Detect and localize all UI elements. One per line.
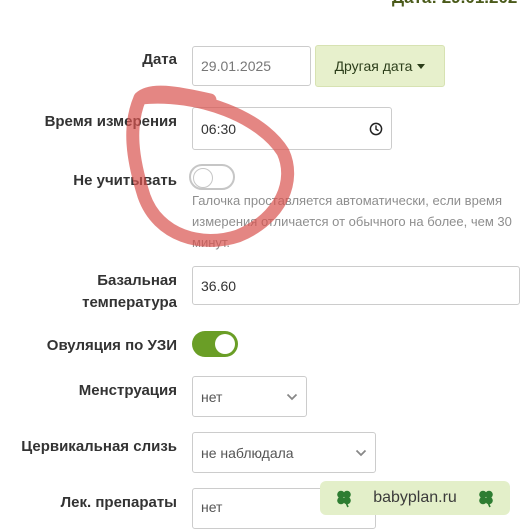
menstruation-value: нет — [201, 388, 223, 405]
page-date-title: Дата: 29.01.202 — [392, 0, 517, 8]
other-date-label: Другая дата — [334, 58, 413, 74]
time-input[interactable]: 06:30 — [192, 107, 392, 150]
mucus-value: не наблюдала — [201, 444, 294, 461]
mucus-select[interactable]: не наблюдала — [192, 432, 376, 473]
meds-label: Лек. препараты — [60, 494, 177, 511]
clover-icon — [479, 490, 493, 508]
time-value: 06:30 — [201, 120, 237, 137]
bbt-label-line2: температура — [82, 294, 177, 311]
date-label: Дата — [142, 51, 177, 68]
ignore-hint: Галочка проставляется автоматически, есл… — [192, 193, 512, 250]
time-label: Время измерения — [44, 113, 177, 130]
other-date-button[interactable]: Другая дата — [315, 45, 445, 87]
menstruation-label: Менструация — [78, 382, 177, 399]
menstruation-select[interactable]: нет — [192, 376, 307, 417]
ignore-label: Не учитывать — [73, 172, 177, 189]
ovulation-toggle[interactable] — [192, 331, 238, 357]
bbt-label-line1: Базальная — [97, 272, 177, 289]
bbt-label: Базальная температура — [2, 270, 177, 314]
toggle-knob — [193, 168, 213, 188]
banner-text: babyplan.ru — [373, 489, 457, 506]
bbt-value: 36.60 — [201, 277, 237, 294]
ovulation-label: Овуляция по УЗИ — [46, 337, 177, 354]
caret-down-icon — [417, 63, 426, 69]
ignore-toggle[interactable] — [189, 164, 235, 190]
mucus-label: Цервикальная слизь — [21, 438, 177, 455]
babyplan-banner: babyplan.ru — [320, 481, 510, 515]
clock-icon[interactable] — [369, 122, 383, 136]
clover-icon — [337, 490, 351, 508]
date-input[interactable]: 29.01.2025 — [192, 46, 311, 86]
chevron-down-icon — [355, 449, 367, 456]
bbt-input[interactable]: 36.60 — [192, 266, 520, 305]
chevron-down-icon — [286, 393, 298, 400]
meds-value: нет — [201, 499, 223, 515]
date-value: 29.01.2025 — [201, 58, 272, 74]
toggle-knob — [215, 334, 235, 354]
